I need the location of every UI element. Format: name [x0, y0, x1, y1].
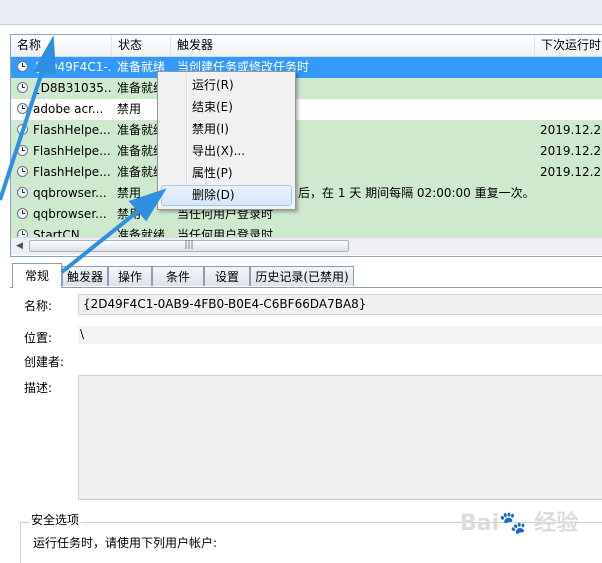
context-menu: 运行(R) 结束(E) 禁用(I) 导出(X)... 属性(P) 删除(D) [157, 71, 296, 210]
column-header-next-run[interactable]: 下次运行时 [535, 35, 602, 56]
name-field[interactable]: {2D49F4C1-0AB9-4FB0-B0E4-C6BF66DA7BA8} [78, 294, 602, 315]
top-toolbar-strip [0, 0, 602, 25]
menu-item-export[interactable]: 导出(X)... [161, 141, 292, 162]
menu-item-end[interactable]: 结束(E) [161, 97, 292, 118]
task-status: 准备就绪 [117, 228, 166, 237]
scroll-thumb[interactable]: ||| [29, 240, 349, 252]
task-trigger: 当任何用户登录时 [177, 228, 274, 237]
horizontal-scrollbar[interactable]: ◀ ||| [11, 237, 602, 255]
scroll-left-icon[interactable]: ◀ [11, 238, 28, 255]
tab-conditions[interactable]: 条件 [152, 266, 204, 286]
clock-icon [17, 82, 28, 93]
task-name: FlashHelpe... [33, 144, 111, 158]
task-row[interactable]: {2D49F4C1-... 准备就绪 当创建任务或修改任务时 [11, 57, 602, 78]
tab-history[interactable]: 历史记录(已禁用) [250, 266, 354, 286]
task-name: qqbrowser... [33, 186, 107, 200]
tab-general[interactable]: 常规 [12, 263, 62, 288]
task-next-run: 2019.12.20 [540, 144, 602, 158]
task-next-run [540, 99, 602, 120]
task-list[interactable]: 名称 状态 触发器 下次运行时 {2D49F4C1-... 准备就绪 当创建任务… [10, 34, 602, 257]
task-next-run [540, 57, 602, 78]
menu-item-disable[interactable]: 禁用(I) [161, 119, 292, 140]
tab-triggers[interactable]: 触发器 [62, 266, 108, 286]
task-next-run: 2019.12.20 [540, 123, 602, 137]
menu-item-delete[interactable]: 删除(D) [161, 185, 292, 206]
task-next-run [540, 183, 602, 204]
clock-icon [17, 208, 28, 219]
run-as-label: 运行任务时，请使用下列用户帐户: [33, 536, 218, 550]
properties-tabs: 常规 触发器 操作 条件 设置 历史记录(已禁用) [10, 263, 602, 288]
clock-icon [17, 229, 28, 237]
column-header-status[interactable]: 状态 [112, 35, 171, 56]
scroll-thumb-grip: ||| [184, 240, 194, 250]
task-row[interactable]: FlashHelpe... 准备就绪 2019.12.20 [11, 120, 602, 141]
location-field[interactable]: \ [78, 326, 602, 344]
task-next-run [540, 204, 602, 225]
task-name: adobe acr... [33, 102, 104, 116]
clock-icon [17, 187, 28, 198]
task-next-run: 2019.12.21 [540, 165, 602, 179]
name-label: 名称: [24, 299, 53, 313]
task-row[interactable]: adobe acr... 禁用 [11, 99, 602, 120]
tab-actions[interactable]: 操作 [108, 266, 152, 286]
task-name: qqbrowser... [33, 207, 107, 221]
column-header-name[interactable]: 名称 [11, 35, 112, 56]
location-label: 位置: [24, 331, 53, 345]
menu-item-properties[interactable]: 属性(P) [161, 163, 292, 184]
task-name: {2D49F4C1-... [33, 60, 112, 74]
clock-icon [17, 124, 28, 135]
task-name: {D8B31035... [33, 81, 112, 95]
task-row[interactable]: FlashHelpe... 准备就绪 2019.12.21 [11, 162, 602, 183]
clock-icon [17, 103, 28, 114]
clock-icon [17, 166, 28, 177]
security-options-title: 安全选项 [29, 511, 82, 528]
tab-settings[interactable]: 设置 [204, 266, 250, 286]
clock-icon [17, 61, 28, 72]
task-name: FlashHelpe... [33, 123, 111, 137]
description-label: 描述: [24, 381, 53, 395]
name-value: {2D49F4C1-0AB9-4FB0-B0E4-C6BF66DA7BA8} [83, 297, 367, 311]
task-row[interactable]: StartCN 准备就绪 当任何用户登录时 [11, 225, 602, 237]
location-value: \ [80, 327, 85, 341]
task-name: FlashHelpe... [33, 165, 111, 179]
task-next-run [540, 78, 602, 99]
task-list-header: 名称 状态 触发器 下次运行时 [11, 35, 602, 57]
task-row[interactable]: FlashHelpe... 准备就绪 2019.12.20 [11, 141, 602, 162]
author-label: 创建者: [24, 355, 65, 369]
watermark-logo: Bai🐾 经验 [460, 511, 579, 536]
task-row[interactable]: {D8B31035... 准备就绪 当任何用户登录时 [11, 78, 602, 99]
column-header-trigger[interactable]: 触发器 [171, 35, 535, 56]
description-field[interactable] [78, 375, 602, 500]
clock-icon [17, 145, 28, 156]
menu-item-run[interactable]: 运行(R) [161, 75, 292, 96]
task-next-run [540, 225, 602, 237]
task-name: StartCN [33, 228, 80, 237]
task-row[interactable]: qqbrowser... 禁用 后，在 1 天 期间每隔 02:00:00 重复… [11, 183, 602, 204]
task-row[interactable]: qqbrowser... 禁用 当任何用户登录时 [11, 204, 602, 225]
